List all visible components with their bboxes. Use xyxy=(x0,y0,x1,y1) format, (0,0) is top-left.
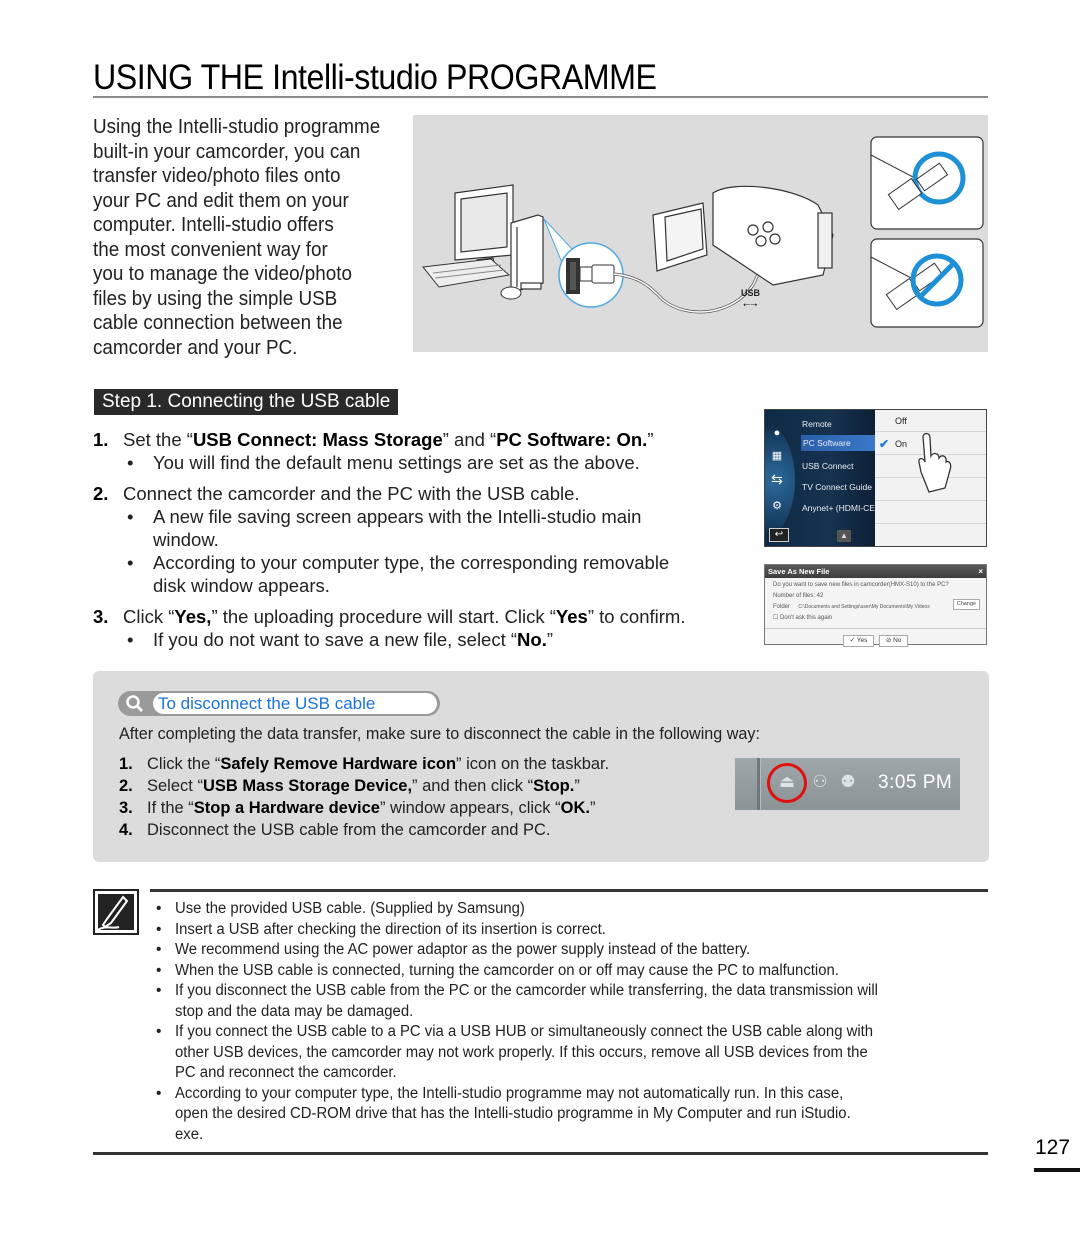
page-number-underline xyxy=(1034,1168,1080,1172)
step-header: Step 1. Connecting the USB cable xyxy=(94,389,399,415)
step-bullet: • If you do not want to save a new file,… xyxy=(127,629,554,650)
intro-line: you to manage the video/photo xyxy=(93,262,352,285)
intro-paragraph: Using the Intelli-studio programme built… xyxy=(93,115,387,360)
note-item: • If you connect the USB cable to a PC vi… xyxy=(156,1023,874,1081)
intro-line: Using the Intelli-studio programme xyxy=(93,115,381,138)
note-item: • Insert a USB after checking the directi… xyxy=(156,920,606,938)
note-item: • We recommend using the AC power adaptor… xyxy=(156,941,751,958)
notes-list: • Use the provided USB cable. (Supplied b… xyxy=(156,899,991,1145)
step-bullet-continued: disk window appears. xyxy=(153,575,330,596)
camcorder-icon xyxy=(652,185,834,286)
yes-button[interactable]: ✓ Yes xyxy=(842,635,875,647)
note-item: • Use the provided USB cable. (Supplied b… xyxy=(156,900,525,917)
disconnect-intro: After completing the data transfer, make… xyxy=(119,724,760,743)
page-title: USING THE Intelli-studio PROGRAMME xyxy=(93,58,657,97)
highlight-circle xyxy=(767,763,807,803)
close-icon[interactable]: × xyxy=(978,565,983,578)
menu-item-tv-connect-guide[interactable]: TV Connect Guide xyxy=(802,482,872,492)
menu-item-anynet[interactable]: Anynet+ (HDMI-CEC) xyxy=(802,503,884,513)
pc-monitor-icon xyxy=(454,184,514,270)
intro-line: transfer video/photo files onto xyxy=(93,164,341,187)
step-bullet-continued: window. xyxy=(153,529,219,550)
windows-taskbar-tray: ⏏ ⚇ ⚉ 3:05 PM xyxy=(735,758,960,810)
step-item: 1. Set the “USB Connect: Mass Storage” a… xyxy=(93,429,654,450)
intro-line: cable connection between the xyxy=(93,311,343,334)
page-number: 127 xyxy=(1035,1136,1071,1159)
footer-divider xyxy=(93,1152,988,1155)
usb-label: USB xyxy=(741,288,761,298)
note-item: • According to your computer type, the In… xyxy=(156,1084,851,1143)
intro-line: built-in your camcorder, you can xyxy=(93,139,361,163)
option-off[interactable]: Off xyxy=(875,410,986,432)
dont-ask-checkbox[interactable]: ☐ Don't ask this again xyxy=(765,613,986,624)
svg-text:⭠⭢: ⭠⭢ xyxy=(743,299,757,309)
magnifier-icon xyxy=(126,695,144,713)
dialog-titlebar: Save As New File × xyxy=(765,565,986,578)
taskbar-clock[interactable]: 3:05 PM xyxy=(878,772,952,794)
checkmark-icon: ✔ xyxy=(879,437,890,451)
network-icon[interactable]: ⚇ xyxy=(810,772,830,794)
scroll-up-button[interactable]: ▲ xyxy=(837,530,851,542)
title-divider xyxy=(93,96,988,98)
step-bullet: • A new file saving screen appears with … xyxy=(127,506,642,527)
menu-item-remote[interactable]: Remote xyxy=(802,419,832,429)
video-camera-icon: ● xyxy=(773,427,781,439)
back-button[interactable]: ↩ xyxy=(769,528,789,542)
note-item: • When the USB cable is connected, turnin… xyxy=(156,961,839,979)
intro-line: files by using the simple USB xyxy=(93,286,338,310)
menu-item-pc-software[interactable]: PC Software xyxy=(801,435,875,451)
notes-divider xyxy=(150,889,988,892)
intro-line: your PC and edit them on your xyxy=(93,188,349,212)
intro-line: the most convenient way for xyxy=(93,237,328,261)
mouse-icon xyxy=(500,286,522,300)
note-pencil-icon xyxy=(93,889,139,935)
disconnect-title: To disconnect the USB cable xyxy=(152,692,438,715)
step1-instructions: 1. Set the “USB Connect: Mass Storage” a… xyxy=(93,428,753,651)
incorrect-insertion-inset xyxy=(870,238,984,328)
settings-gear-icon: ⚙ xyxy=(772,500,782,512)
change-folder-button[interactable]: Change xyxy=(952,599,980,610)
note-item: • If you disconnect the USB cable from th… xyxy=(156,982,878,1020)
dialog-question: Do you want to save new files in camcord… xyxy=(773,582,949,588)
storage-icon: ▦ xyxy=(771,450,783,462)
network-disconnected-icon[interactable]: ⚉ xyxy=(838,772,858,794)
connection-arrows-icon: ⇆ xyxy=(771,471,783,487)
usb-connection-illustration: USB ⭠⭢ xyxy=(413,115,988,352)
camcorder-menu-screen: ● ▦ ⇆ ⚙ Remote PC Software USB Connect T… xyxy=(764,409,987,547)
correct-insertion-inset xyxy=(870,136,984,230)
step-bullet: • You will find the default menu setting… xyxy=(127,452,640,473)
intro-line: camcorder and your PC. xyxy=(93,335,298,359)
no-button[interactable]: ⊘ No xyxy=(878,635,909,647)
menu-item-usb-connect[interactable]: USB Connect xyxy=(802,461,854,471)
step-item: 2. Connect the camcorder and the PC with… xyxy=(93,483,580,504)
step-bullet: • According to your computer type, the c… xyxy=(127,552,670,573)
save-as-new-file-dialog: Save As New File × Do you want to save n… xyxy=(764,564,987,647)
step-item: 3. Click “Yes,” the uploading procedure … xyxy=(93,606,686,627)
keyboard-icon xyxy=(422,258,511,288)
intro-line: computer. Intelli-studio offers xyxy=(93,213,334,236)
pointing-hand-icon xyxy=(918,432,952,493)
pc-tower-icon xyxy=(510,214,544,292)
